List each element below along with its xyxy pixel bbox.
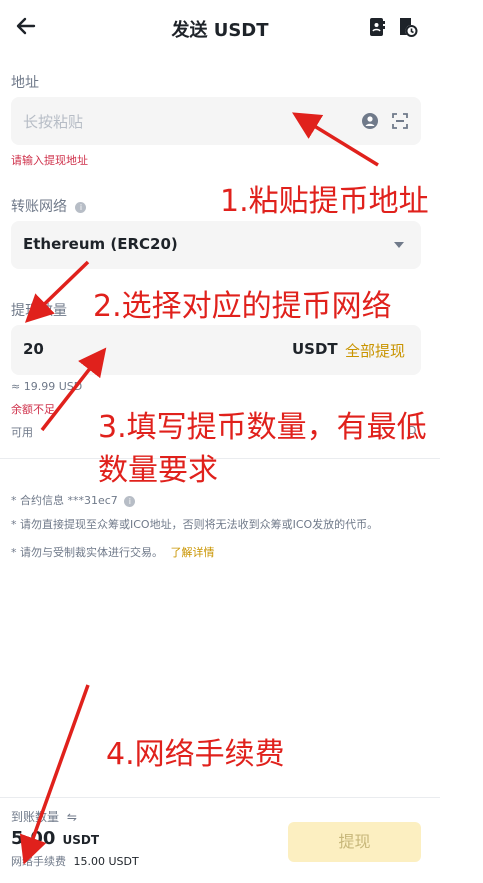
annotation-step3-line2: 数量要求: [98, 453, 218, 488]
annotation-step1: 1.粘贴提币地址: [220, 184, 429, 219]
arrow-step4: [19, 684, 90, 865]
annotation-step4: 4.网络手续费: [106, 737, 285, 772]
annotation-step2: 2.选择对应的提币网络: [93, 289, 392, 324]
arrow-step2: [24, 260, 90, 323]
arrow-step3: [40, 347, 107, 432]
arrow-step1: [292, 112, 379, 167]
annotation-step3-line1: 3.填写提币数量，有最低: [98, 410, 427, 445]
